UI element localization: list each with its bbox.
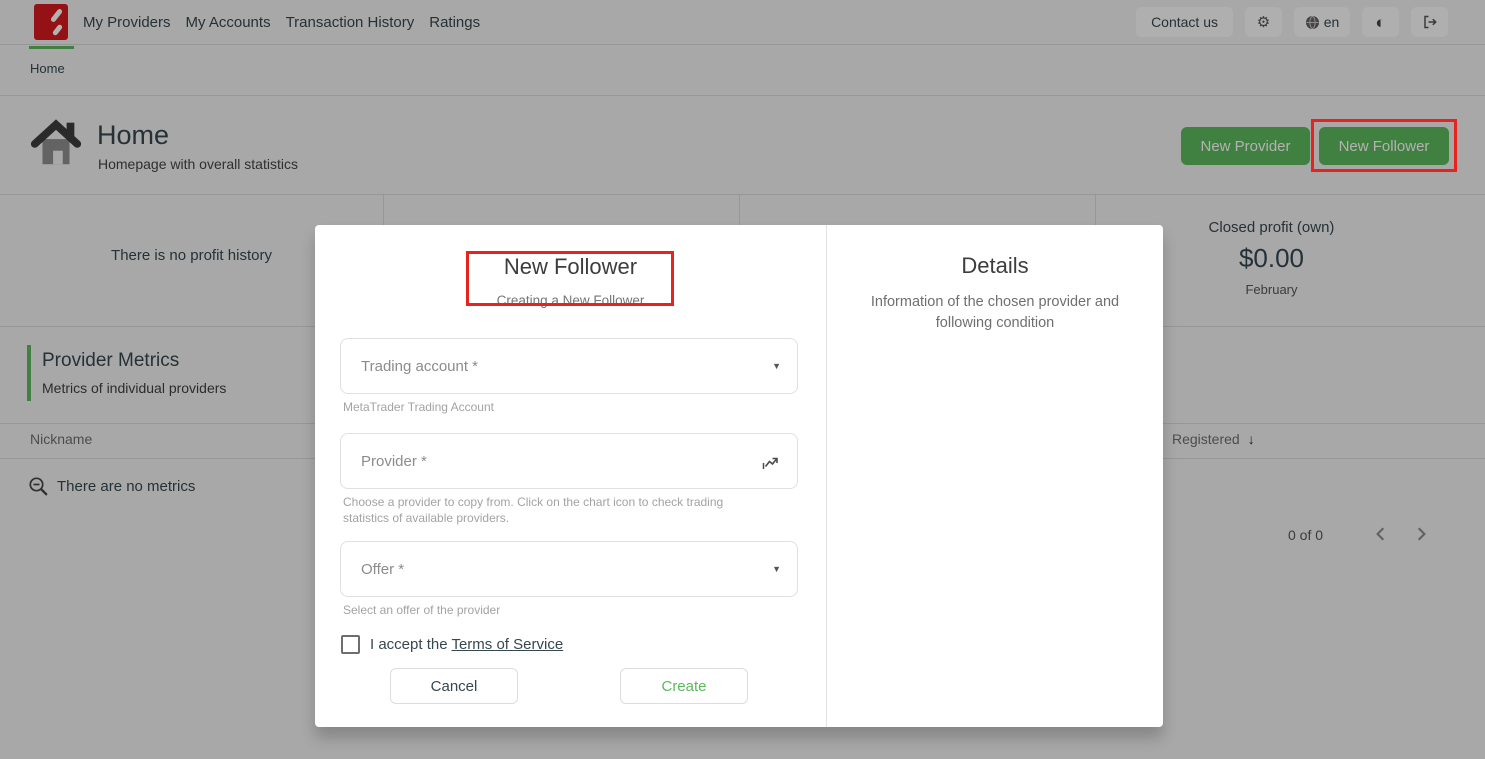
details-title: Details (827, 253, 1163, 279)
provider-helper: Choose a provider to copy from. Click on… (343, 494, 763, 526)
trading-account-helper: MetaTrader Trading Account (343, 399, 763, 415)
offer-helper: Select an offer of the provider (343, 602, 763, 618)
terms-text: I accept the Terms of Service (370, 636, 563, 653)
terms-checkbox[interactable] (341, 635, 360, 654)
create-button[interactable]: Create (620, 668, 748, 704)
provider-select[interactable]: Provider * (340, 433, 798, 489)
dialog-details-pane: Details Information of the chosen provid… (827, 225, 1163, 727)
offer-select[interactable]: Offer * ▼ (340, 541, 798, 597)
trading-account-select[interactable]: Trading account * ▼ (340, 338, 798, 394)
dialog-title: New Follower (315, 254, 826, 280)
offer-label: Offer * (361, 561, 772, 578)
app-window: My Providers My Accounts Transaction His… (0, 0, 1485, 759)
provider-label: Provider * (361, 453, 761, 470)
terms-prefix: I accept the (370, 636, 448, 653)
terms-row: I accept the Terms of Service (341, 635, 563, 654)
dialog-form-pane: New Follower Creating a New Follower Tra… (315, 225, 827, 727)
cancel-button[interactable]: Cancel (390, 668, 518, 704)
chevron-down-icon: ▼ (772, 564, 781, 574)
trading-account-label: Trading account * (361, 358, 772, 375)
chevron-down-icon: ▼ (772, 361, 781, 371)
new-follower-dialog: New Follower Creating a New Follower Tra… (315, 225, 1163, 727)
dialog-subtitle: Creating a New Follower (315, 293, 826, 308)
details-subtitle: Information of the chosen provider and f… (867, 292, 1123, 334)
terms-of-service-link[interactable]: Terms of Service (451, 636, 563, 653)
chart-icon[interactable] (761, 451, 781, 471)
